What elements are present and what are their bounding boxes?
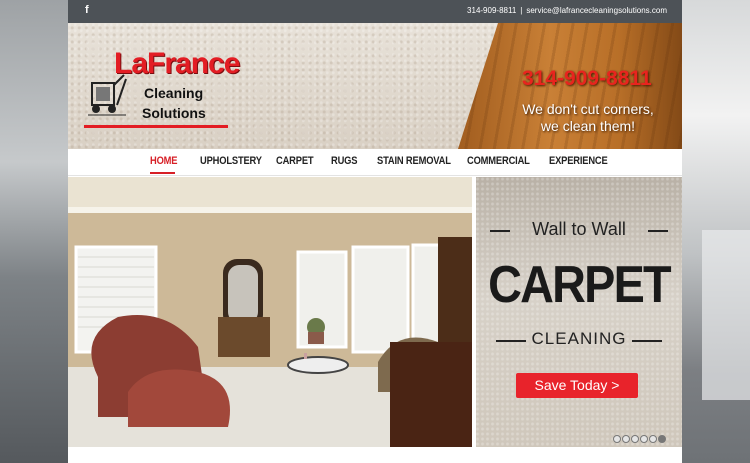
- slider-dot-active[interactable]: [658, 435, 666, 443]
- slider-dot[interactable]: [649, 435, 657, 443]
- header-phone[interactable]: 314-909-8811: [522, 67, 652, 91]
- logo-underline: [84, 125, 228, 128]
- tagline-line1: We don't cut corners,: [522, 101, 654, 117]
- title-dash-right: [648, 230, 668, 232]
- nav-carpet[interactable]: CARPET: [276, 155, 314, 167]
- website-page: f 314-909-8811 | service@lafrancecleanings…: [68, 0, 682, 463]
- nav-experience[interactable]: EXPERIENCE: [549, 155, 608, 167]
- nav-home[interactable]: HOME: [150, 155, 178, 167]
- logo-line2: Solutions: [142, 105, 206, 121]
- nav-rugs[interactable]: RUGS: [331, 155, 358, 167]
- subhead-line-right: [632, 340, 662, 342]
- nav-commercial[interactable]: COMMERCIAL: [467, 155, 530, 167]
- content-below-fold: [68, 450, 682, 463]
- main-nav: HOME UPHOLSTERY CARPET RUGS STAIN REMOVA…: [68, 149, 682, 176]
- nav-active-indicator: [150, 172, 175, 174]
- background-left: [0, 0, 68, 463]
- slider-dot[interactable]: [622, 435, 630, 443]
- header-banner: LaFrance Cleaning Solutions 314-909-8811…: [68, 23, 682, 149]
- living-room-image: [68, 177, 472, 447]
- nav-stain-removal[interactable]: STAIN REMOVAL: [377, 155, 451, 167]
- contact-info: 314-909-8811 | service@lafrancecleaningsol…: [467, 6, 667, 15]
- facebook-icon[interactable]: f: [85, 4, 89, 16]
- tagline-line2: we clean them!: [540, 118, 636, 134]
- promo-headline: CARPET: [488, 256, 671, 314]
- living-room-slide[interactable]: [68, 177, 472, 447]
- background-right: [682, 0, 750, 463]
- topbar-email[interactable]: service@lafrancecleaningsolutions.com: [526, 6, 667, 15]
- tagline: We don't cut corners, we clean them!: [508, 101, 668, 135]
- logo-brand: LaFrance: [114, 47, 240, 80]
- save-today-button[interactable]: Save Today >: [516, 373, 638, 398]
- logo-line1: Cleaning: [144, 85, 204, 101]
- slider-dot[interactable]: [613, 435, 621, 443]
- promo-subhead: CLEANING: [531, 329, 627, 348]
- carpet-promo: Wall to Wall CARPET CLEANING Save Today …: [476, 177, 682, 447]
- slider-dot[interactable]: [640, 435, 648, 443]
- contact-separator: |: [520, 6, 523, 15]
- slider-pagination: [613, 430, 667, 447]
- slider-dot[interactable]: [631, 435, 639, 443]
- nav-upholstery[interactable]: UPHOLSTERY: [200, 155, 262, 167]
- top-bar: f 314-909-8811 | service@lafrancecleanings…: [68, 0, 682, 23]
- topbar-phone[interactable]: 314-909-8811: [467, 6, 516, 15]
- logo[interactable]: LaFrance Cleaning Solutions: [82, 45, 242, 131]
